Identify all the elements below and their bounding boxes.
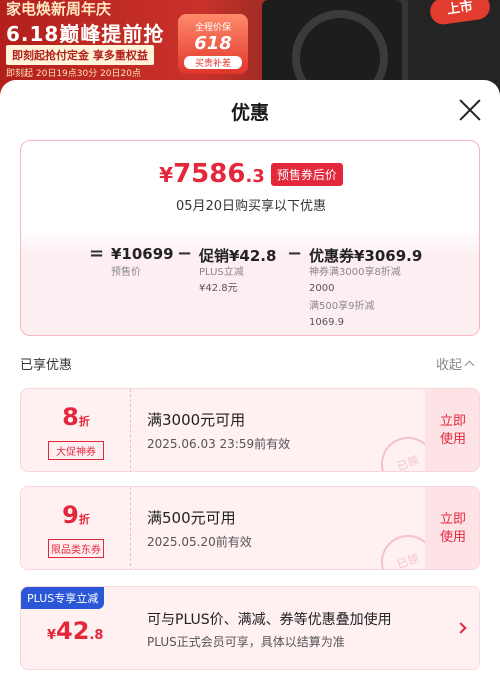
coupon-line-3: 满500享9折减: [309, 301, 375, 312]
coupon-amount: 优惠券¥3069.9: [309, 247, 423, 265]
banner-title: 6.18巅峰提前抢: [6, 22, 165, 46]
plus-amount: ¥42.8: [47, 617, 103, 645]
plus-tag: PLUS专享立减: [21, 587, 105, 609]
currency-symbol: ¥: [159, 163, 174, 187]
badge-top-text: 全程价保: [194, 23, 231, 33]
banner-618-badge: 全程价保 618 买贵补差: [178, 14, 248, 74]
plus-amount-integer: 42: [56, 617, 90, 645]
coupon-discount: 9折: [21, 501, 131, 529]
plus-amount-decimal: .8: [89, 628, 104, 643]
coupon-line-2: 2000: [309, 283, 335, 294]
promo-amount: 促销¥42.8: [199, 247, 277, 265]
close-icon[interactable]: [456, 96, 484, 124]
coupon-discount-unit: 折: [78, 513, 90, 526]
coupon-discount-value: 8: [62, 403, 79, 431]
minus-sign: −: [287, 243, 303, 264]
purchase-date-line: 05月20日购买享以下优惠: [175, 199, 327, 214]
final-price: ¥7586.3: [159, 159, 265, 189]
coupon-validity: 2025.05.20前有效: [147, 535, 252, 549]
presale-label: 预售价: [111, 267, 141, 278]
plus-discount-card[interactable]: PLUS专享立减 ¥42.8 可与PLUS价、满减、券等优惠叠加使用 PLUS正…: [20, 586, 480, 670]
use-now-label: 立即 使用: [439, 512, 466, 545]
chevron-up-icon: [464, 360, 475, 371]
coupon-line-4: 1069.9: [309, 317, 344, 328]
coupon-card: 8折 大促神券 满3000元可用 2025.06.03 23:59前有效 已领 …: [20, 388, 480, 472]
collapse-button[interactable]: 收起: [436, 354, 475, 373]
coupon-line-1: 神券满3000享8折减: [309, 267, 401, 278]
plus-subtext: PLUS正式会员可享，具体以结算为准: [147, 635, 345, 649]
collapse-label: 收起: [436, 358, 463, 373]
coupon-card: 9折 限品类东券 满500元可用 2025.05.20前有效 已领 立即 使用: [20, 486, 480, 570]
price-calculation: = ¥10699 预售价 − 促销¥42.8 PLUS立减 ¥42.8元 − 优…: [21, 241, 481, 331]
currency-symbol: ¥: [47, 628, 57, 643]
use-now-button[interactable]: 立即 使用: [425, 487, 479, 569]
final-price-row: ¥7586.3 预售券后价: [21, 159, 481, 189]
sheet-title: 优惠: [230, 102, 269, 124]
coupon-discount-unit: 折: [78, 415, 90, 428]
section-title: 已享优惠: [20, 358, 73, 373]
use-now-label: 立即 使用: [439, 414, 466, 447]
price-summary-card: ¥7586.3 预售券后价 05月20日购买享以下优惠 = ¥10699 预售价 …: [20, 140, 480, 336]
coupon-type-tag: 大促神券: [48, 441, 104, 460]
badge-bottom-text: 买贵补差: [184, 56, 242, 69]
promo-line-1: PLUS立减: [199, 267, 244, 278]
minus-sign: −: [177, 243, 193, 264]
coupon-discount-value: 9: [62, 501, 79, 529]
coupon-discount: 8折: [21, 403, 131, 431]
equals-sign: =: [89, 243, 105, 264]
promo-line-2: ¥42.8元: [199, 283, 238, 294]
plus-description: 可与PLUS价、满减、券等优惠叠加使用: [147, 612, 392, 628]
coupon-condition: 满500元可用: [147, 509, 236, 527]
badge-main-text: 618: [194, 33, 232, 54]
use-now-button[interactable]: 立即 使用: [425, 389, 479, 471]
banner-timeline: 即刻起 20日19点30分 20日20点: [6, 69, 141, 79]
coupon-type-tag: 限品类东券: [48, 539, 104, 558]
chevron-right-icon: [455, 622, 467, 634]
coupon-left: 8折 大促神券: [21, 389, 131, 471]
banner-subtitle: 即刻起抢付定金 享多重权益: [6, 45, 154, 65]
coupon-left: 9折 限品类东券: [21, 487, 131, 569]
coupon-condition: 满3000元可用: [147, 411, 246, 429]
final-price-decimal: .3: [245, 166, 265, 187]
presale-price-tag: 预售券后价: [270, 162, 343, 186]
coupon-validity: 2025.06.03 23:59前有效: [147, 437, 291, 451]
final-price-integer: 7586: [173, 159, 246, 189]
banner-headline: 家电焕新周年庆: [6, 0, 112, 18]
presale-amount: ¥10699: [111, 245, 174, 263]
